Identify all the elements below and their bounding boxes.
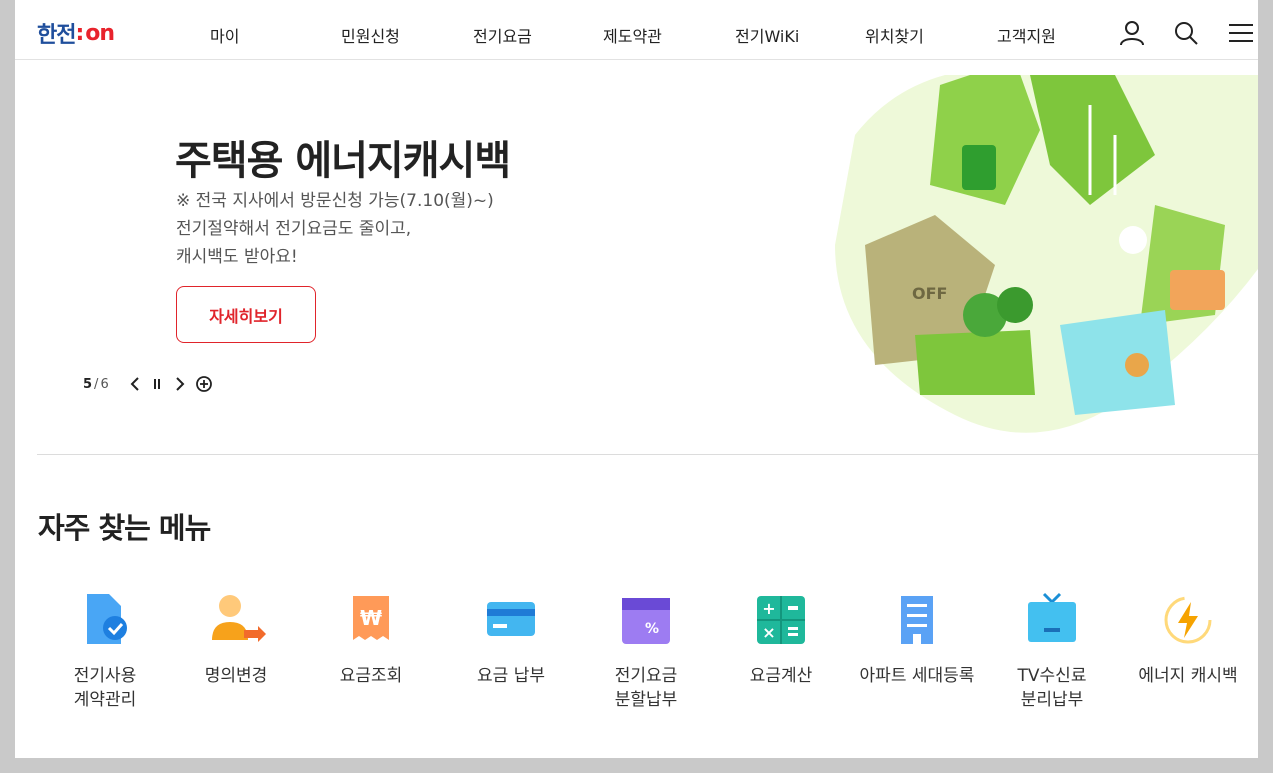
nav-wiki[interactable]: 전기WiKi (735, 23, 799, 47)
prev-slide-icon[interactable] (125, 374, 145, 394)
page: 한전: on 마이 민원신청 전기요금 제도약관 전기WiKi 위치찾기 고객지원… (15, 0, 1258, 758)
nav-civil-request[interactable]: 민원신청 (341, 23, 400, 47)
card-icon (487, 602, 535, 636)
nav-my[interactable]: 마이 (210, 23, 239, 47)
next-slide-icon[interactable] (170, 374, 190, 394)
quick-item-label: 아파트 세대등록 (859, 666, 975, 686)
quick-item-bill-inquiry[interactable]: ₩ 요금조회 (311, 590, 431, 688)
svg-text:%: % (645, 621, 659, 637)
menu-icon[interactable] (1227, 19, 1255, 47)
quick-item-label: TV수신료 분리납부 (1017, 666, 1087, 710)
logo-colon: : (75, 20, 84, 46)
section-divider (37, 454, 1258, 455)
quick-item-label: 전기사용 계약관리 (73, 666, 137, 710)
quick-item-name-change[interactable]: 명의변경 (176, 590, 296, 688)
site-header: 한전: on 마이 민원신청 전기요금 제도약관 전기WiKi 위치찾기 고객지원 (15, 0, 1258, 60)
quick-item-label: 요금조회 (339, 666, 403, 686)
quick-item-tv-fee[interactable]: TV수신료 분리납부 (992, 590, 1112, 712)
quick-menu-title: 자주 찾는 메뉴 (38, 511, 211, 545)
quick-item-label: 명의변경 (204, 666, 268, 686)
quick-item-label: 요금 납부 (477, 666, 545, 686)
user-icon[interactable] (1118, 19, 1146, 47)
quick-item-label: 요금계산 (749, 666, 813, 686)
quick-item-installment[interactable]: % 전기요금 분할납부 (586, 590, 706, 712)
svg-text:×: × (762, 623, 775, 642)
search-icon[interactable] (1172, 19, 1200, 47)
quick-item-label: 에너지 캐시백 (1138, 666, 1238, 686)
slide-total: 6 (100, 376, 109, 392)
quick-item-energy-cashback[interactable]: 에너지 캐시백 (1128, 590, 1248, 688)
expand-plus-icon[interactable] (194, 374, 214, 394)
receipt-icon: ₩ (353, 596, 389, 640)
document-check-icon (87, 594, 127, 644)
slide-sep: / (94, 376, 99, 392)
hero-title: 주택용 에너지캐시백 (175, 138, 511, 184)
hero-line-2: 전기절약해서 전기요금도 줄이고, (176, 219, 412, 239)
nav-policy[interactable]: 제도약관 (603, 23, 662, 47)
nav-location[interactable]: 위치찾기 (865, 23, 924, 47)
quick-item-apartment[interactable]: 아파트 세대등록 (857, 590, 977, 688)
eco-recycle-illustration: OFF (835, 75, 1258, 433)
hero-line-3: 캐시백도 받아요! (176, 247, 298, 267)
off-label: OFF (912, 284, 947, 303)
svg-text:+: + (762, 599, 775, 618)
energy-bolt-icon (1164, 596, 1212, 644)
slide-current: 5 (83, 376, 93, 392)
calculator-icon: +× (757, 596, 805, 644)
site-logo[interactable]: 한전: on (37, 20, 115, 49)
quick-item-contract[interactable]: 전기사용 계약관리 (45, 590, 165, 712)
logo-on: on (85, 20, 115, 46)
apartment-icon (901, 596, 933, 644)
svg-text:₩: ₩ (360, 606, 382, 630)
quick-item-label: 전기요금 분할납부 (614, 666, 678, 710)
slide-pager: 5 / 6 (83, 374, 109, 394)
pause-icon[interactable] (147, 374, 167, 394)
calendar-percent-icon: % (622, 598, 670, 644)
user-transfer-icon (212, 595, 266, 642)
tv-icon (1028, 592, 1076, 642)
quick-item-calculator[interactable]: + × 요금계산 (721, 590, 841, 688)
nav-electricity-bill[interactable]: 전기요금 (473, 23, 532, 47)
nav-support[interactable]: 고객지원 (997, 23, 1056, 47)
hero-notice: ※ 전국 지사에서 방문신청 가능(7.10(월)~) (176, 191, 494, 211)
detail-button[interactable]: 자세히보기 (176, 286, 316, 343)
quick-item-payment[interactable]: 요금 납부 (451, 590, 571, 688)
logo-text: 한전 (37, 23, 76, 48)
